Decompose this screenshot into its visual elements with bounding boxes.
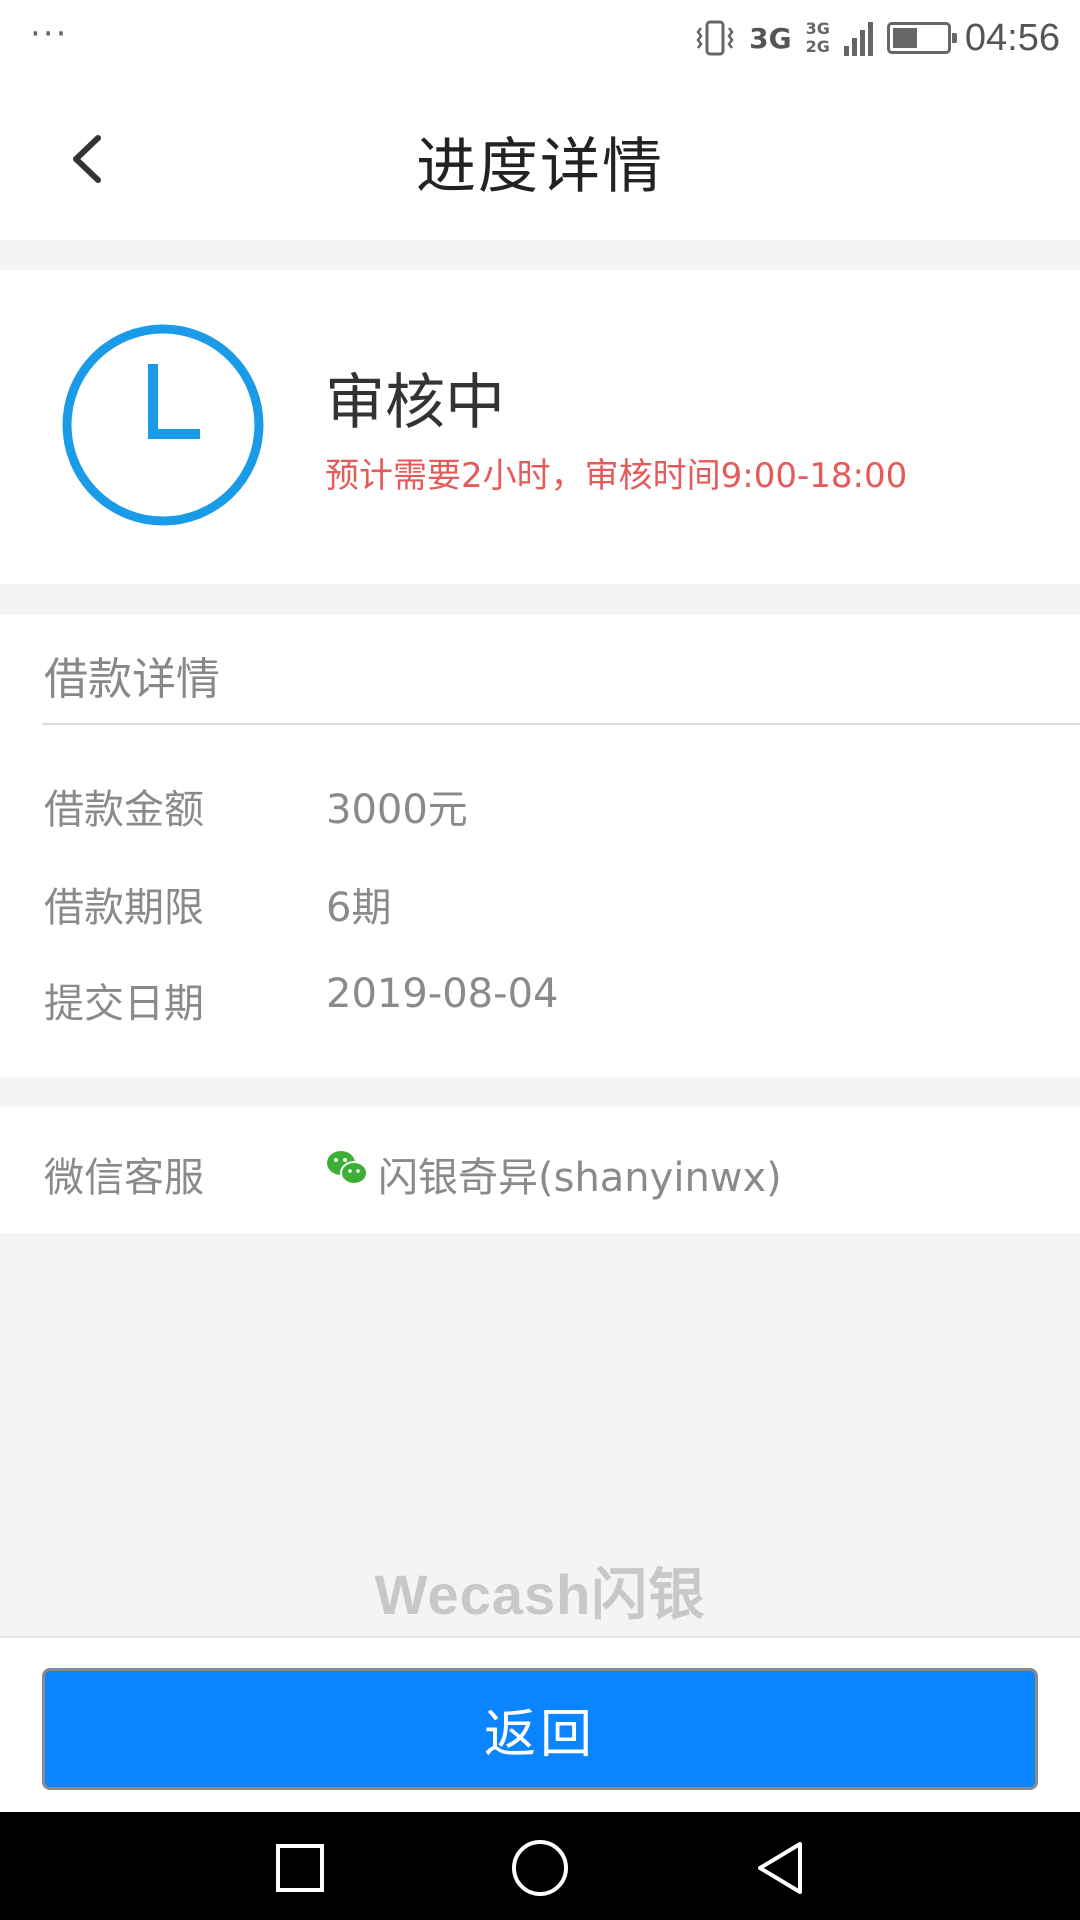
battery-icon — [886, 22, 957, 54]
detail-value: 3000元 — [326, 787, 468, 833]
header: 进度详情 — [0, 76, 1080, 240]
brand-watermark: Wecash闪银 — [374, 1563, 706, 1626]
screen: ··· 3G 3G 2G 04:56 进度详情 审核中 预计需要2小时，审核时间… — [0, 0, 1080, 1920]
signal-strength-icon — [843, 20, 873, 56]
navigation-bar — [0, 1812, 1080, 1920]
recent-apps-icon[interactable] — [270, 1838, 330, 1898]
wechat-service-card: 微信客服 闪银奇异(shanyinwx) — [0, 1107, 1080, 1233]
loan-details-card: 借款详情 借款金额 3000元 借款期限 6期 提交日期 2019-08-04 — [0, 615, 1080, 1077]
bottom-action-bar: 返回 — [0, 1636, 1080, 1812]
network-secondary-top: 3G — [805, 19, 830, 38]
return-button[interactable]: 返回 — [42, 1668, 1038, 1790]
detail-label: 借款金额 — [44, 787, 204, 833]
wechat-icon — [327, 1151, 368, 1185]
detail-value: 2019-08-04 — [326, 971, 559, 1017]
wechat-account[interactable]: 闪银奇异(shanyinwx) — [378, 1145, 782, 1203]
home-icon[interactable] — [510, 1838, 570, 1898]
detail-row-term: 借款期限 6期 — [0, 875, 1080, 935]
detail-row-submit-date: 提交日期 2019-08-04 — [0, 971, 1080, 1031]
network-type-label: 3G — [749, 21, 792, 55]
status-bar: ··· 3G 3G 2G 04:56 — [0, 0, 1080, 76]
detail-label: 提交日期 — [44, 981, 204, 1027]
wechat-service-label: 微信客服 — [44, 1155, 204, 1201]
network-secondary-bottom: 2G — [805, 37, 830, 56]
status-indicators: 3G 3G 2G 04:56 — [695, 10, 1060, 66]
status-title: 审核中 — [325, 368, 505, 438]
loan-details-heading: 借款详情 — [44, 654, 220, 705]
detail-value: 6期 — [326, 885, 392, 931]
status-estimate-note: 预计需要2小时，审核时间9:00-18:00 — [325, 456, 908, 496]
vibrate-icon — [696, 20, 734, 56]
detail-label: 借款期限 — [44, 885, 204, 931]
status-time: 04:56 — [964, 16, 1060, 59]
back-nav-icon[interactable] — [750, 1838, 810, 1898]
network-secondary-label: 3G 2G — [806, 20, 830, 56]
clock-icon — [62, 324, 264, 526]
detail-row-amount: 借款金额 3000元 — [0, 777, 1080, 837]
more-notifications-icon: ··· — [30, 14, 69, 54]
review-status-card: 审核中 预计需要2小时，审核时间9:00-18:00 — [0, 270, 1080, 584]
divider — [42, 723, 1080, 725]
page-title: 进度详情 — [416, 132, 664, 202]
